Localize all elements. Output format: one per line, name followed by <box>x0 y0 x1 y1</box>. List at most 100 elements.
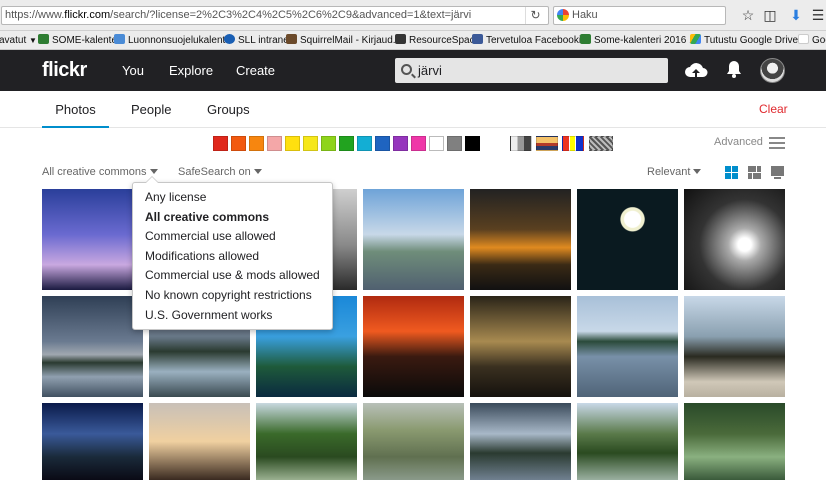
filter-bar: All creative commons SafeSearch on Relev… <box>0 159 826 185</box>
color-swatch-dark-orange[interactable] <box>231 136 246 151</box>
chevron-down-icon <box>149 169 158 174</box>
color-swatch-red[interactable] <box>213 136 228 151</box>
photo-thumbnail[interactable] <box>42 403 143 480</box>
photo-thumbnail[interactable] <box>363 189 464 290</box>
license-menu: Any license All creative commons Commerc… <box>132 176 333 330</box>
reading-list-icon[interactable]: ◫ <box>762 7 778 23</box>
color-swatch-cyan[interactable] <box>357 136 372 151</box>
photo-thumbnail[interactable] <box>42 189 143 290</box>
bookmark-item[interactable]: Some-kalenteri 2016 ... <box>580 34 697 47</box>
color-swatch-blue[interactable] <box>375 136 390 151</box>
photo-thumbnail[interactable] <box>684 189 785 290</box>
photo-thumbnail[interactable] <box>577 296 678 397</box>
license-option-us-government[interactable]: U.S. Government works <box>133 306 332 326</box>
color-swatch-orange[interactable] <box>249 136 264 151</box>
license-option-all-cc[interactable]: All creative commons <box>133 208 332 228</box>
globe-icon <box>224 34 235 44</box>
photo-thumbnail[interactable] <box>363 296 464 397</box>
photo-thumbnail[interactable] <box>470 403 571 480</box>
photo-thumbnail[interactable] <box>470 189 571 290</box>
flickr-logo[interactable]: flickr <box>42 59 87 82</box>
upload-icon[interactable] <box>684 60 708 84</box>
photo-thumbnail[interactable] <box>684 403 785 480</box>
color-swatch-school-bus-yellow[interactable] <box>303 136 318 151</box>
browser-search-input[interactable]: Haku <box>553 6 726 25</box>
sheet-icon <box>580 34 591 44</box>
site-search-input[interactable]: järvi <box>395 58 668 83</box>
safesearch-dropdown[interactable]: SafeSearch on <box>178 166 262 178</box>
license-option-commercial-mods[interactable]: Commercial use & mods allowed <box>133 266 332 286</box>
sort-dropdown[interactable]: Relevant <box>647 166 702 178</box>
google-icon <box>798 34 809 44</box>
bookmark-item[interactable]: SquirrelMail - Kirjaud... <box>286 34 401 47</box>
photo-thumbnail[interactable] <box>577 189 678 290</box>
justified-view-icon[interactable] <box>748 166 761 179</box>
bookmark-item[interactable]: ResourceSpace <box>395 34 480 47</box>
color-swatch-violet[interactable] <box>393 136 408 151</box>
single-view-icon[interactable] <box>771 166 784 179</box>
search-value: järvi <box>418 63 442 78</box>
search-icon <box>401 64 412 75</box>
star-icon[interactable]: ☆ <box>740 7 756 23</box>
browser-toolbar: https://www.flickr.com/search/?license=2… <box>0 0 826 31</box>
photo-thumbnail[interactable] <box>577 403 678 480</box>
photo-thumbnail[interactable] <box>149 403 250 480</box>
tab-photos[interactable]: Photos <box>42 102 109 128</box>
bookmark-item[interactable]: Luonnonsuojelukalent... <box>114 34 234 47</box>
chevron-down-icon: ▼ <box>29 36 37 45</box>
bookmark-item[interactable]: SLL intranet <box>224 34 292 47</box>
license-option-any[interactable]: Any license <box>133 188 332 208</box>
advanced-link[interactable]: Advanced <box>714 136 763 148</box>
url-path: /search/?license=2%2C3%2C4%2C5%2C6%2C9&a… <box>110 9 472 21</box>
shallow-depth-of-field-style-icon[interactable] <box>536 136 558 151</box>
bookmarks-bar: avatut ▼ SOME-kalenteri Luonnonsuojeluka… <box>0 31 826 50</box>
bookmark-item[interactable]: SOME-kalenteri <box>38 34 123 47</box>
black-and-white-style-icon[interactable] <box>510 136 532 151</box>
color-swatch-black[interactable] <box>465 136 480 151</box>
reload-icon[interactable]: ↻ <box>525 7 545 24</box>
nav-create[interactable]: Create <box>236 63 275 78</box>
nav-you[interactable]: You <box>122 63 144 78</box>
color-swatch-lemon-yellow[interactable] <box>285 136 300 151</box>
tab-groups[interactable]: Groups <box>207 102 250 117</box>
patterns-style-icon[interactable] <box>589 136 613 151</box>
color-swatch-gray[interactable] <box>447 136 462 151</box>
address-bar[interactable]: https://www.flickr.com/search/?license=2… <box>1 6 549 25</box>
url-prefix: https://www. <box>5 9 65 21</box>
bookmark-item[interactable]: Goo <box>798 34 826 47</box>
minimalism-style-icon[interactable] <box>562 136 584 151</box>
sliders-icon[interactable] <box>769 136 785 150</box>
grid-view-icon[interactable] <box>725 166 738 179</box>
photo-thumbnail[interactable] <box>256 403 357 480</box>
license-option-modifications[interactable]: Modifications allowed <box>133 247 332 267</box>
color-filter-row: Advanced <box>0 128 826 159</box>
license-filter-dropdown[interactable]: All creative commons <box>42 166 158 178</box>
tab-people[interactable]: People <box>131 102 171 117</box>
photo-thumbnail[interactable] <box>363 403 464 480</box>
sheet-icon <box>38 34 49 44</box>
download-icon[interactable]: ⬇ <box>788 7 804 23</box>
bookmark-item[interactable]: Tervetuloa Facebookii... <box>472 34 592 47</box>
calendar-icon <box>114 34 125 44</box>
bookmark-item[interactable]: avatut ▼ <box>0 34 37 47</box>
color-swatch-white[interactable] <box>429 136 444 151</box>
clear-button[interactable]: Clear <box>759 102 788 116</box>
site-header: flickr You Explore Create järvi <box>0 50 826 91</box>
avatar[interactable] <box>760 58 785 83</box>
notifications-bell-icon[interactable] <box>726 60 742 82</box>
drive-icon <box>690 34 701 44</box>
menu-icon[interactable]: ☰ <box>810 7 826 23</box>
bookmark-item[interactable]: Tutustu Google Drive... <box>690 34 806 47</box>
license-option-commercial[interactable]: Commercial use allowed <box>133 227 332 247</box>
photo-thumbnail[interactable] <box>470 296 571 397</box>
facebook-icon <box>472 34 483 44</box>
photo-thumbnail[interactable] <box>684 296 785 397</box>
license-option-no-known-copyright[interactable]: No known copyright restrictions <box>133 286 332 306</box>
chevron-down-icon <box>253 169 262 174</box>
color-swatch-dark-lime-green[interactable] <box>339 136 354 151</box>
photo-thumbnail[interactable] <box>42 296 143 397</box>
color-swatch-pale-pink[interactable] <box>267 136 282 151</box>
nav-explore[interactable]: Explore <box>169 63 213 78</box>
color-swatch-pink[interactable] <box>411 136 426 151</box>
color-swatch-green[interactable] <box>321 136 336 151</box>
